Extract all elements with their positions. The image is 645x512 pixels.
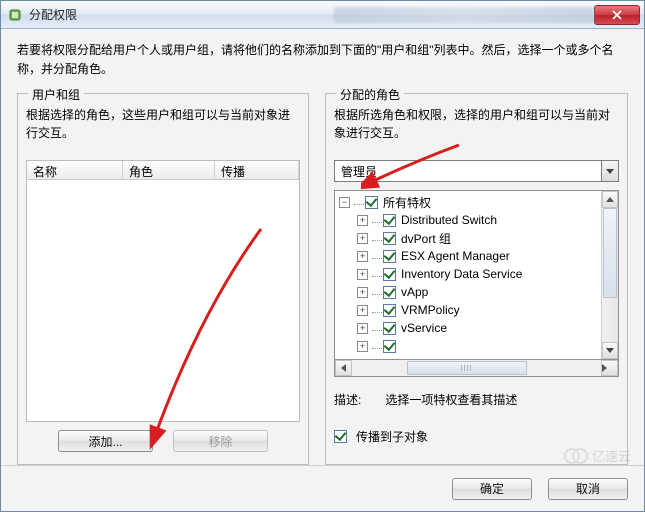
tree-item-label: Inventory Data Service xyxy=(401,267,522,281)
tree-item[interactable]: + vApp xyxy=(337,283,599,301)
tree-item-label: dvPort 组 xyxy=(401,230,451,247)
close-button[interactable] xyxy=(594,5,640,25)
propagate-label: 传播到子对象 xyxy=(356,428,428,445)
expand-icon[interactable]: + xyxy=(357,215,368,226)
expand-icon[interactable]: + xyxy=(357,233,368,244)
checkbox[interactable] xyxy=(383,322,396,335)
app-icon xyxy=(7,7,23,23)
checkbox[interactable] xyxy=(383,214,396,227)
role-combobox[interactable] xyxy=(334,160,619,182)
titlebar: 分配权限 xyxy=(1,1,644,29)
tree-item-label: VRMPolicy xyxy=(401,303,460,317)
window-title: 分配权限 xyxy=(29,6,294,23)
col-propagate[interactable]: 传播 xyxy=(215,161,299,179)
columns: 用户和组 根据选择的角色，这些用户和组可以与当前对象进行交互。 名称 角色 传播… xyxy=(17,93,628,465)
user-list-buttons: 添加... 移除 xyxy=(26,422,300,456)
group-users: 用户和组 根据选择的角色，这些用户和组可以与当前对象进行交互。 名称 角色 传播… xyxy=(17,93,309,465)
tree-item-partial[interactable]: + xyxy=(337,337,599,355)
group-role-desc: 根据所选角色和权限，选择的用户和组可以与当前对象进行交互。 xyxy=(334,106,619,150)
tree-item[interactable]: + dvPort 组 xyxy=(337,229,599,247)
scroll-thumb[interactable] xyxy=(407,361,527,375)
role-combobox-drop[interactable] xyxy=(601,160,619,182)
user-list-header: 名称 角色 传播 xyxy=(26,160,300,180)
scroll-track[interactable] xyxy=(602,208,618,342)
add-button[interactable]: 添加... xyxy=(58,430,153,452)
group-users-desc: 根据选择的角色，这些用户和组可以与当前对象进行交互。 xyxy=(26,106,300,150)
expand-icon[interactable]: + xyxy=(357,341,368,352)
col-name[interactable]: 名称 xyxy=(27,161,123,179)
tree-item[interactable]: + Inventory Data Service xyxy=(337,265,599,283)
propagate-row[interactable]: 传播到子对象 xyxy=(334,428,619,445)
checkbox[interactable] xyxy=(365,196,378,209)
tree-item-label: Distributed Switch xyxy=(401,213,497,227)
expand-icon[interactable]: + xyxy=(357,323,368,334)
group-role: 分配的角色 根据所选角色和权限，选择的用户和组可以与当前对象进行交互。 − 所有… xyxy=(325,93,628,465)
checkbox[interactable] xyxy=(383,286,396,299)
dialog-footer: 确定 取消 xyxy=(1,465,644,511)
tree-root-label: 所有特权 xyxy=(383,194,431,211)
remove-button: 移除 xyxy=(173,430,268,452)
chevron-down-icon xyxy=(606,169,614,174)
role-combobox-input[interactable] xyxy=(334,160,601,182)
intro-text: 若要将权限分配给用户个人或用户组，请将他们的名称添加到下面的"用户和组"列表中。… xyxy=(17,41,628,79)
col-role[interactable]: 角色 xyxy=(123,161,215,179)
privilege-tree[interactable]: − 所有特权 + Distributed Switch + dvPort 组 + ES… xyxy=(334,190,619,360)
tree-item[interactable]: + ESX Agent Manager xyxy=(337,247,599,265)
propagate-checkbox[interactable] xyxy=(334,430,347,443)
tree-item-label: ESX Agent Manager xyxy=(401,249,510,263)
dialog-assign-permission: 分配权限 若要将权限分配给用户个人或用户组，请将他们的名称添加到下面的"用户和组… xyxy=(0,0,645,512)
checkbox[interactable] xyxy=(383,304,396,317)
titlebar-blur xyxy=(334,7,594,23)
dialog-body: 若要将权限分配给用户个人或用户组，请将他们的名称添加到下面的"用户和组"列表中。… xyxy=(1,29,644,465)
tree-item[interactable]: + vService xyxy=(337,319,599,337)
checkbox[interactable] xyxy=(383,232,396,245)
group-users-title: 用户和组 xyxy=(28,86,84,103)
desc-label: 描述: xyxy=(334,391,361,408)
expand-icon[interactable]: + xyxy=(357,305,368,316)
tree-item-label: vService xyxy=(401,321,447,335)
ok-button[interactable]: 确定 xyxy=(452,478,532,500)
tree-item-label: vApp xyxy=(401,285,428,299)
tree-item[interactable]: + VRMPolicy xyxy=(337,301,599,319)
collapse-icon[interactable]: − xyxy=(339,197,350,208)
tree-root[interactable]: − 所有特权 xyxy=(337,193,599,211)
tree-hscroll[interactable] xyxy=(334,360,619,377)
privilege-description: 描述: 选择一项特权查看其描述 xyxy=(334,391,619,408)
checkbox[interactable] xyxy=(383,268,396,281)
scroll-thumb[interactable] xyxy=(603,208,617,298)
tree-item[interactable]: + Distributed Switch xyxy=(337,211,599,229)
scroll-down-icon[interactable] xyxy=(602,342,618,359)
desc-value: 选择一项特权查看其描述 xyxy=(385,391,517,408)
checkbox[interactable] xyxy=(383,250,396,263)
scroll-left-icon[interactable] xyxy=(335,360,352,376)
scroll-up-icon[interactable] xyxy=(602,191,618,208)
checkbox[interactable] xyxy=(383,340,396,353)
scroll-track[interactable] xyxy=(352,360,601,376)
watermark: 亿速云 xyxy=(562,444,636,471)
expand-icon[interactable]: + xyxy=(357,269,368,280)
scroll-right-icon[interactable] xyxy=(601,360,618,376)
cancel-button[interactable]: 取消 xyxy=(548,478,628,500)
svg-text:亿速云: 亿速云 xyxy=(592,449,631,464)
user-list[interactable] xyxy=(26,180,300,422)
expand-icon[interactable]: + xyxy=(357,287,368,298)
tree-vscroll[interactable] xyxy=(601,191,618,359)
expand-icon[interactable]: + xyxy=(357,251,368,262)
group-role-title: 分配的角色 xyxy=(336,86,404,103)
